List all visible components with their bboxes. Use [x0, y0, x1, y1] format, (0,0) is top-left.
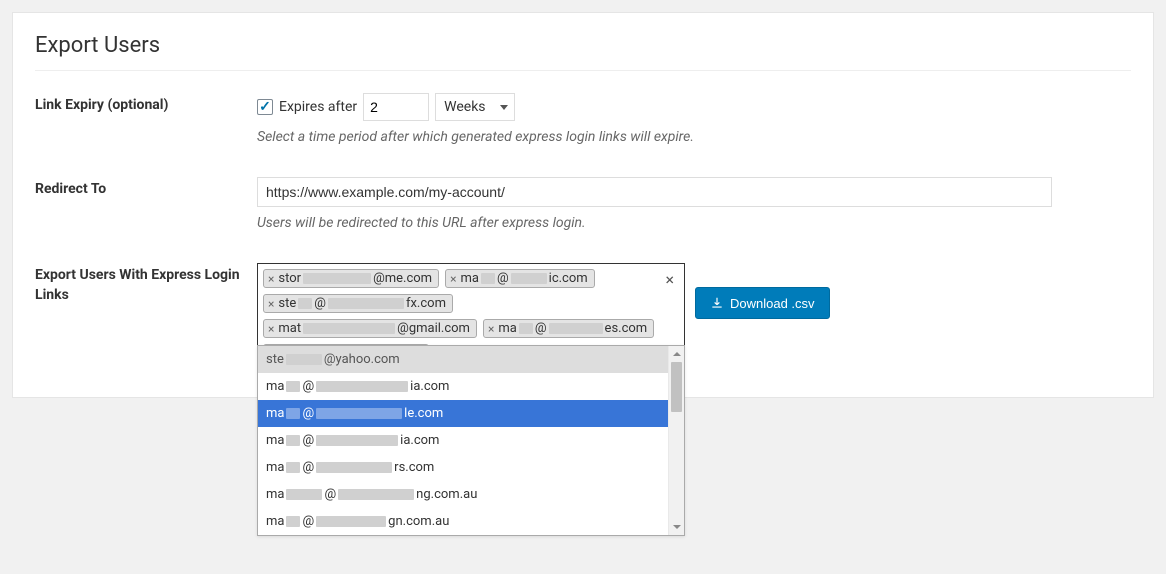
remove-tag-icon[interactable]: ×: [486, 322, 496, 336]
remove-tag-icon[interactable]: ×: [266, 297, 276, 311]
clear-all-icon[interactable]: ×: [661, 270, 678, 289]
remove-tag-icon[interactable]: ×: [266, 272, 276, 286]
remove-tag-icon[interactable]: ×: [266, 322, 276, 336]
suggestion-item[interactable]: ma@le.com: [258, 400, 668, 427]
suggestion-item[interactable]: ma@gn.com.au: [258, 508, 668, 535]
export-users-panel: Export Users Link Expiry (optional) ✓ Ex…: [12, 12, 1154, 398]
redirect-to-label: Redirect To: [35, 177, 257, 200]
export-users-label: Export Users With Express Login Links: [35, 263, 257, 305]
redirect-to-input[interactable]: [257, 177, 1052, 207]
page-title: Export Users: [35, 33, 1131, 71]
dropdown-scrollbar[interactable]: [668, 346, 684, 535]
expires-after-checkbox[interactable]: ✓: [257, 99, 273, 115]
selected-user-tag[interactable]: ×stor@me.com: [263, 269, 439, 288]
suggestion-item[interactable]: ma@ia.com: [258, 427, 668, 454]
redirect-to-row: Redirect To Users will be redirected to …: [35, 177, 1131, 231]
expiry-value-input[interactable]: [363, 93, 429, 121]
scroll-thumb[interactable]: [671, 362, 682, 412]
suggestion-item[interactable]: ma@rs.com: [258, 454, 668, 481]
download-csv-button[interactable]: Download .csv: [695, 287, 830, 319]
redirect-to-field: Users will be redirected to this URL aft…: [257, 177, 1131, 231]
link-expiry-field: ✓ Expires after Weeks Select a time peri…: [257, 93, 1131, 145]
expiry-unit-value: Weeks: [444, 99, 485, 115]
chevron-down-icon: [500, 105, 508, 110]
redirect-to-hint: Users will be redirected to this URL aft…: [257, 215, 1131, 231]
export-users-field: × ×stor@me.com ×ma@ic.com ×ste@fx.com ×mat@…: [257, 263, 1131, 369]
selected-user-tag[interactable]: ×ste@fx.com: [263, 294, 453, 313]
selected-user-tag[interactable]: ×ma@ic.com: [445, 269, 595, 288]
scroll-up-icon[interactable]: [669, 346, 684, 362]
suggestion-item: ste@yahoo.com: [258, 346, 668, 373]
scroll-down-icon[interactable]: [669, 519, 684, 535]
users-suggestions-dropdown: ste@yahoo.comma@ia.comma@le.comma@ia.com…: [257, 345, 685, 536]
selected-user-tag[interactable]: ×ma@es.com: [483, 319, 654, 338]
expires-after-wrapper: ✓ Expires after Weeks: [257, 93, 515, 121]
expires-after-label: Expires after: [279, 99, 357, 115]
expiry-unit-select[interactable]: Weeks: [435, 93, 514, 121]
suggestion-item[interactable]: ma@ia.com: [258, 373, 668, 400]
export-users-row: Export Users With Express Login Links × …: [35, 263, 1131, 369]
download-icon: [710, 296, 724, 310]
selected-user-tag[interactable]: ×mat@gmail.com: [263, 319, 477, 338]
suggestions-list: ste@yahoo.comma@ia.comma@le.comma@ia.com…: [258, 346, 668, 535]
download-csv-label: Download .csv: [730, 296, 815, 311]
link-expiry-label: Link Expiry (optional): [35, 93, 257, 116]
suggestion-item[interactable]: ma@ng.com.au: [258, 481, 668, 508]
link-expiry-hint: Select a time period after which generat…: [257, 129, 1131, 145]
link-expiry-row: Link Expiry (optional) ✓ Expires after W…: [35, 93, 1131, 145]
remove-tag-icon[interactable]: ×: [448, 272, 458, 286]
